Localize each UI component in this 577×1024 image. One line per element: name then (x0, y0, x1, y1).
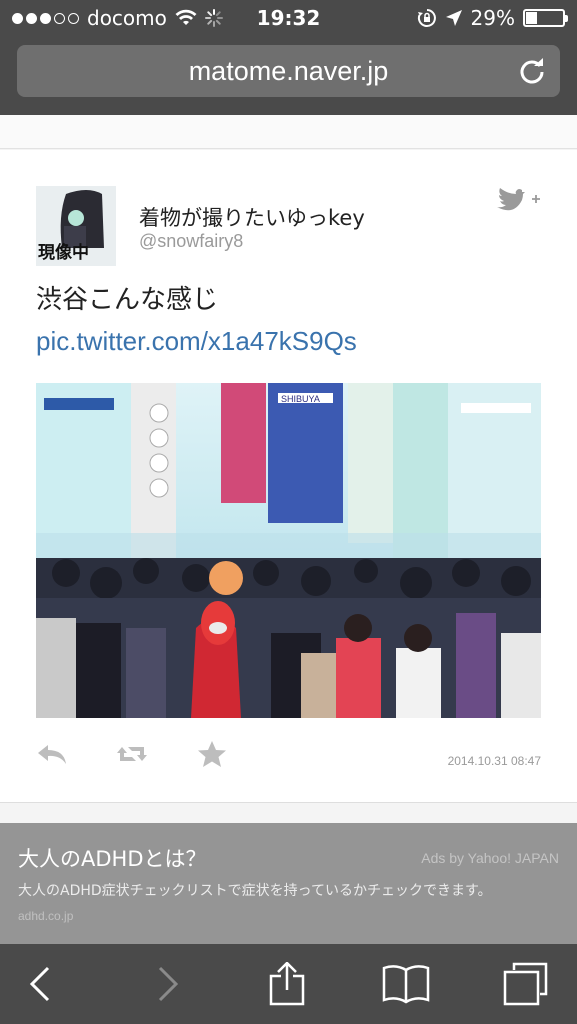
ad-banner[interactable]: 大人のADHDとは？ Ads by Yahoo! JAPAN 大人のADHD症状… (0, 823, 577, 944)
ad-domain[interactable]: adhd.co.jp (18, 909, 73, 923)
ad-description[interactable]: 大人のADHD症状チェックリストで症状を持っているかチェックできます。 (18, 880, 492, 900)
tabs-icon[interactable] (502, 962, 550, 1006)
battery-level-fill (526, 12, 538, 24)
rotation-lock-icon (417, 9, 436, 27)
reply-icon[interactable] (36, 740, 68, 768)
forward-icon[interactable] (142, 962, 190, 1006)
address-bar[interactable]: matome.naver.jp (17, 45, 560, 97)
browser-toolbar (0, 944, 577, 1024)
battery-icon (523, 9, 568, 27)
back-icon[interactable] (20, 962, 68, 1006)
tweet-photo[interactable]: SHIBUYA (36, 383, 541, 718)
tweet-actions (36, 740, 228, 768)
tweet-body: 渋谷こんな感じ (36, 285, 219, 315)
embedded-tweet: 現像中 着物が撮りたいゆっkey @snowfairy8 渋谷こんな感じ pic… (0, 150, 577, 803)
retweet-icon[interactable] (116, 740, 148, 768)
star-icon[interactable] (196, 740, 228, 768)
location-arrow-icon (445, 10, 462, 26)
tweet-timestamp[interactable]: 2014.10.31 08:47 (448, 754, 541, 768)
shibuya-crowd-photo: SHIBUYA (36, 383, 541, 718)
user-display-name[interactable]: 着物が撮りたいゆっkey (139, 202, 365, 232)
status-bar: docomo 19:32 29% (0, 0, 577, 38)
reload-icon[interactable] (518, 57, 546, 85)
avatar-image: 現像中 (36, 186, 116, 266)
shibuya-sign: SHIBUYA (281, 394, 320, 404)
avatar[interactable]: 現像中 (36, 186, 116, 266)
page-top-strip (0, 115, 577, 149)
twitter-bird-plus-icon[interactable] (496, 186, 542, 212)
avatar-caption: 現像中 (38, 242, 89, 263)
tweet-text: 渋谷こんな感じ pic.twitter.com/x1a47kS9Qs (36, 280, 541, 363)
ad-title[interactable]: 大人のADHDとは？ (18, 843, 207, 873)
battery-percent: 29% (470, 6, 515, 30)
user-handle[interactable]: @snowfairy8 (139, 231, 243, 252)
url-text[interactable]: matome.naver.jp (17, 56, 560, 87)
tweet-photo-link[interactable]: pic.twitter.com/x1a47kS9Qs (36, 326, 357, 356)
share-icon[interactable] (263, 962, 311, 1006)
bookmarks-icon[interactable] (382, 962, 430, 1006)
ad-sponsor[interactable]: Ads by Yahoo! JAPAN (421, 850, 559, 866)
browser-chrome-top: docomo 19:32 29% matome.naver.jp (0, 0, 577, 115)
